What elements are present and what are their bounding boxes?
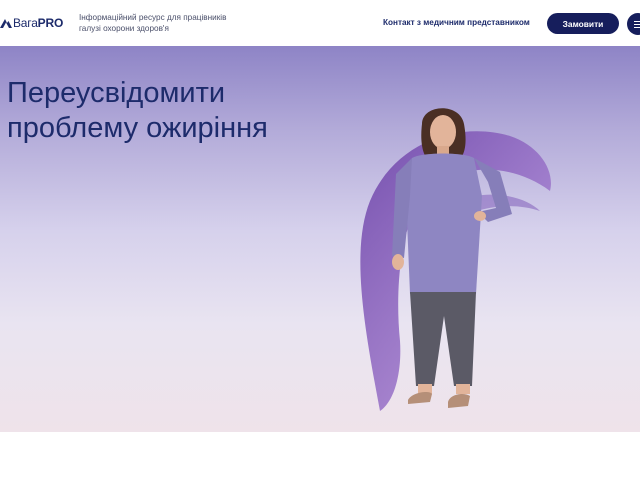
logo-mark-icon [0, 19, 12, 28]
logo[interactable]: ВагаPRO [0, 16, 63, 30]
hero-section: Переусвідомити проблему ожиріння [0, 46, 640, 432]
logo-pro: PRO [37, 16, 64, 30]
woman-standing-photo [392, 108, 512, 408]
logo-text: ВагаPRO [13, 16, 63, 30]
page-below-fold [0, 432, 640, 480]
site-header: ВагаPRO Інформаційний ресурс для працівн… [0, 0, 640, 46]
tagline: Інформаційний ресурс для працівників гал… [79, 13, 227, 33]
logo-word: Вага [13, 16, 38, 30]
hamburger-menu-icon [634, 20, 640, 22]
contact-representative-link[interactable]: Контакт з медичним представником [383, 18, 530, 27]
hero-headline: Переусвідомити проблему ожиріння [7, 77, 268, 144]
order-button[interactable]: Замовити [547, 13, 619, 34]
menu-button[interactable] [627, 13, 640, 35]
